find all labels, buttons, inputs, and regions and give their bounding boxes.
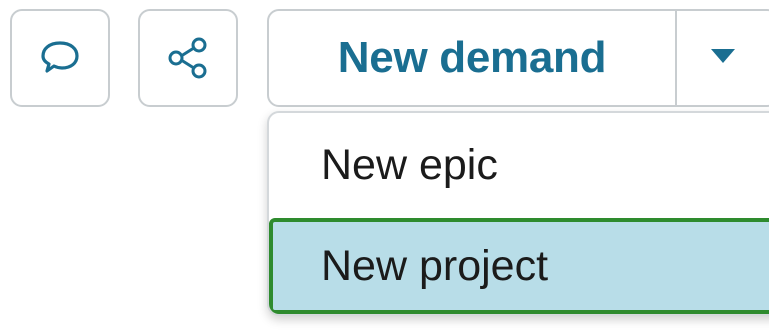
comment-button[interactable] (10, 9, 110, 107)
menu-item-new-epic[interactable]: New epic (269, 113, 769, 217)
new-demand-button[interactable]: New demand (269, 11, 675, 105)
menu-item-new-project[interactable]: New project (269, 218, 769, 314)
new-item-dropdown-menu: New epic New project (267, 111, 769, 316)
caret-down-icon (709, 47, 737, 70)
new-demand-split-button: New demand (267, 9, 769, 107)
speech-bubble-icon (38, 36, 82, 80)
share-button[interactable] (138, 9, 238, 107)
share-nodes-icon (164, 34, 212, 82)
dropdown-toggle-button[interactable] (677, 11, 769, 105)
page: New demand New epic New project (0, 0, 769, 333)
